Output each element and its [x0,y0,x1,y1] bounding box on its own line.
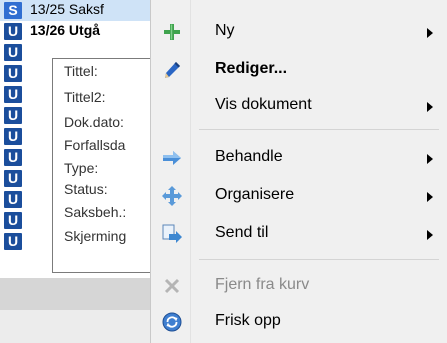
submenu-arrow-icon [427,28,433,38]
context-menu: Ny Rediger... Vis dokument Behandle Orga… [150,0,447,343]
menu-item-label: Vis dokument [215,96,312,113]
menu-item-label: Fjern fra kurv [215,276,310,293]
submenu-arrow-icon [427,102,433,112]
tooltip-field-status: Status: [64,181,108,197]
menu-item-label: Frisk opp [215,312,281,329]
document-type-badge: U [4,23,22,40]
menu-item-new[interactable]: Ny [151,15,447,49]
menu-item-label: Behandle [215,148,283,165]
submenu-arrow-icon [427,154,433,164]
status-area [0,310,150,343]
forward-arrow-icon [161,147,183,169]
menu-item-remove-from-basket[interactable]: Fjern fra kurv [151,269,447,303]
tooltip-field-shielding: Skjerming [64,228,127,244]
submenu-arrow-icon [427,192,433,202]
menu-item-edit[interactable]: Rediger... [151,53,447,87]
document-type-badge: U [4,212,22,229]
tooltip-field-type: Type: [64,160,99,176]
refresh-icon [161,311,183,333]
plus-icon [161,21,183,43]
send-document-icon [161,223,183,245]
menu-item-label: Rediger... [215,60,288,77]
document-type-badge: U [4,170,22,187]
horizontal-scrollbar[interactable] [0,278,150,310]
tooltip-field-title: Tittel: [64,63,98,79]
menu-separator [199,259,439,260]
document-type-badge: U [4,44,22,61]
pencil-icon [161,59,183,81]
menu-item-label: Organisere [215,186,295,203]
document-type-badge: U [4,149,22,166]
menu-item-label: Send til [215,224,269,241]
document-type-badge: U [4,128,22,145]
document-type-badge: U [4,233,22,250]
menu-item-view-document[interactable]: Vis dokument [151,89,447,123]
document-type-badge: S [4,2,22,19]
list-item-title: 13/26 Utgå [30,22,101,38]
tooltip-field-doc-date: Dok.dato: [64,114,124,130]
document-info-tooltip: Tittel: Tittel2: Dok.dato: Forfallsda Ty… [52,58,162,273]
move-arrows-icon [161,185,183,207]
tooltip-field-handler: Saksbeh.: [64,204,127,220]
remove-x-icon [161,275,183,297]
menu-item-organize[interactable]: Organisere [151,179,447,213]
tooltip-field-title2: Tittel2: [64,89,106,105]
document-type-badge: U [4,191,22,208]
document-type-badge: U [4,65,22,82]
menu-item-process[interactable]: Behandle [151,141,447,175]
submenu-arrow-icon [427,230,433,240]
menu-separator [199,129,439,130]
document-type-badge: U [4,107,22,124]
menu-item-label: Ny [215,22,235,39]
list-item[interactable]: S 13/25 Saksf [0,0,160,21]
document-type-badge: U [4,86,22,103]
list-item[interactable]: U 13/26 Utgå [0,21,160,42]
tooltip-field-due-date: Forfallsda [64,137,126,153]
menu-item-send-to[interactable]: Send til [151,217,447,251]
menu-item-refresh[interactable]: Frisk opp [151,305,447,339]
list-item-title: 13/25 Saksf [30,1,104,17]
